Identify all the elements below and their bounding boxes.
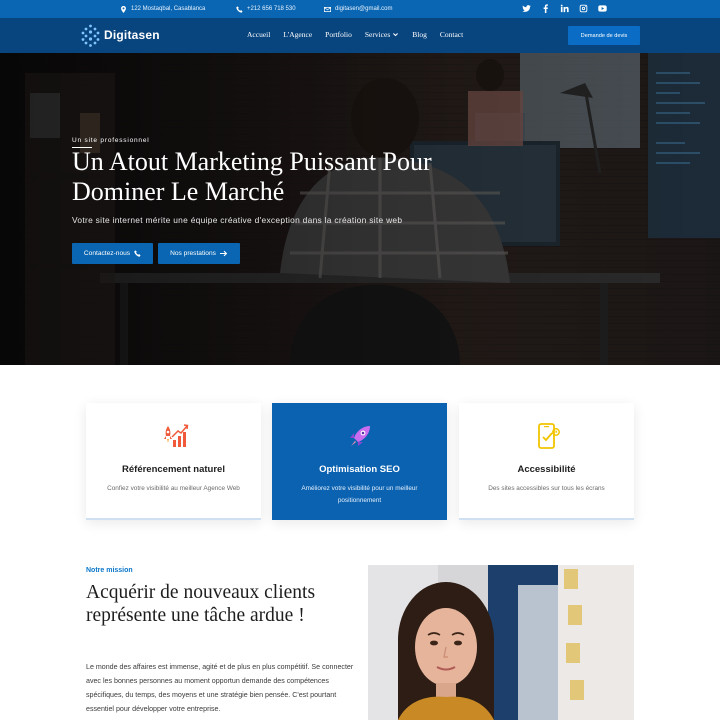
twitter-icon[interactable] — [521, 3, 532, 14]
hero-background-image — [0, 53, 720, 365]
instagram-icon[interactable] — [578, 3, 589, 14]
address-info: 122 Mostaqbal, Casablanca — [120, 5, 206, 13]
nav-item-portfolio[interactable]: Portfolio — [325, 30, 352, 39]
woman-portrait-image — [368, 565, 634, 720]
logo-text: Digitasen — [104, 28, 160, 42]
chevron-down-icon — [393, 33, 399, 37]
mission-kicker: Notre mission — [86, 567, 133, 574]
feature-card-referencement[interactable]: Référencement naturel Confiez votre visi… — [86, 403, 261, 520]
mission-photo — [368, 565, 634, 720]
feature-card-seo[interactable]: Optimisation SEO Améliorez votre visibil… — [272, 403, 447, 520]
address-text: 122 Mostaqbal, Casablanca — [131, 6, 206, 12]
linkedin-icon[interactable] — [559, 3, 570, 14]
arrow-right-icon — [219, 250, 228, 257]
social-links — [521, 3, 608, 14]
nav-item-contact[interactable]: Contact — [440, 30, 463, 39]
feature-title: Accessibilité — [517, 464, 576, 475]
contact-button[interactable]: Contactez-nous — [72, 243, 153, 264]
hero-subtitle: Votre site internet mérite une équipe cr… — [72, 215, 403, 225]
envelope-icon — [324, 6, 331, 12]
rocket-icon — [350, 426, 370, 446]
hero-section: Un site professionnel Un Atout Marketing… — [0, 53, 720, 365]
nav-item-agence[interactable]: L'Agence — [283, 30, 312, 39]
nav-item-services-label: Services — [364, 30, 391, 39]
location-pin-icon — [121, 5, 126, 13]
main-menu: Accueil L'Agence Portfolio Services Blog… — [247, 30, 476, 39]
feature-title: Optimisation SEO — [319, 464, 400, 475]
growth-rocket-icon — [164, 424, 189, 447]
hero-title: Un Atout Marketing Puissant Pour Dominer… — [72, 147, 432, 206]
feature-desc: Des sites accessibles sur tous les écran… — [488, 485, 605, 492]
phone-icon — [134, 250, 141, 257]
phone-icon — [236, 5, 243, 13]
phone-touch-icon — [538, 423, 560, 449]
feature-title: Référencement naturel — [122, 464, 225, 475]
nav-item-blog[interactable]: Blog — [412, 30, 427, 39]
top-info-bar: 122 Mostaqbal, Casablanca +212 656 718 5… — [0, 0, 720, 18]
quote-request-button[interactable]: Demande de devis — [568, 26, 640, 45]
logo-dots-icon — [81, 24, 100, 47]
phone-info[interactable]: +212 656 718 530 — [236, 5, 296, 13]
contact-button-label: Contactez-nous — [83, 250, 131, 257]
feature-desc: Confiez votre visibilité au meilleur Age… — [107, 485, 240, 492]
nav-item-services[interactable]: Services — [365, 30, 399, 39]
email-text: digitasen@gmail.com — [335, 6, 393, 12]
facebook-icon[interactable] — [540, 3, 551, 14]
main-navbar: Digitasen Accueil L'Agence Portfolio Ser… — [0, 18, 720, 53]
feature-card-accessibilite[interactable]: Accessibilité Des sites accessibles sur … — [459, 403, 634, 520]
brand-logo[interactable]: Digitasen — [80, 23, 160, 47]
mission-text: Le monde des affaires est immense, agité… — [86, 663, 354, 713]
services-button-label: Nos prestations — [170, 250, 216, 257]
services-button[interactable]: Nos prestations — [158, 243, 240, 264]
email-info[interactable]: digitasen@gmail.com — [324, 6, 392, 13]
nav-item-accueil[interactable]: Accueil — [247, 30, 270, 39]
phone-text: +212 656 718 530 — [247, 6, 296, 12]
feature-desc: Améliorez votre visibilité pour un meill… — [301, 485, 418, 504]
mission-title: Acquérir de nouveaux clients représente … — [86, 582, 316, 626]
youtube-icon[interactable] — [597, 3, 608, 14]
hero-kicker: Un site professionnel — [72, 137, 150, 148]
